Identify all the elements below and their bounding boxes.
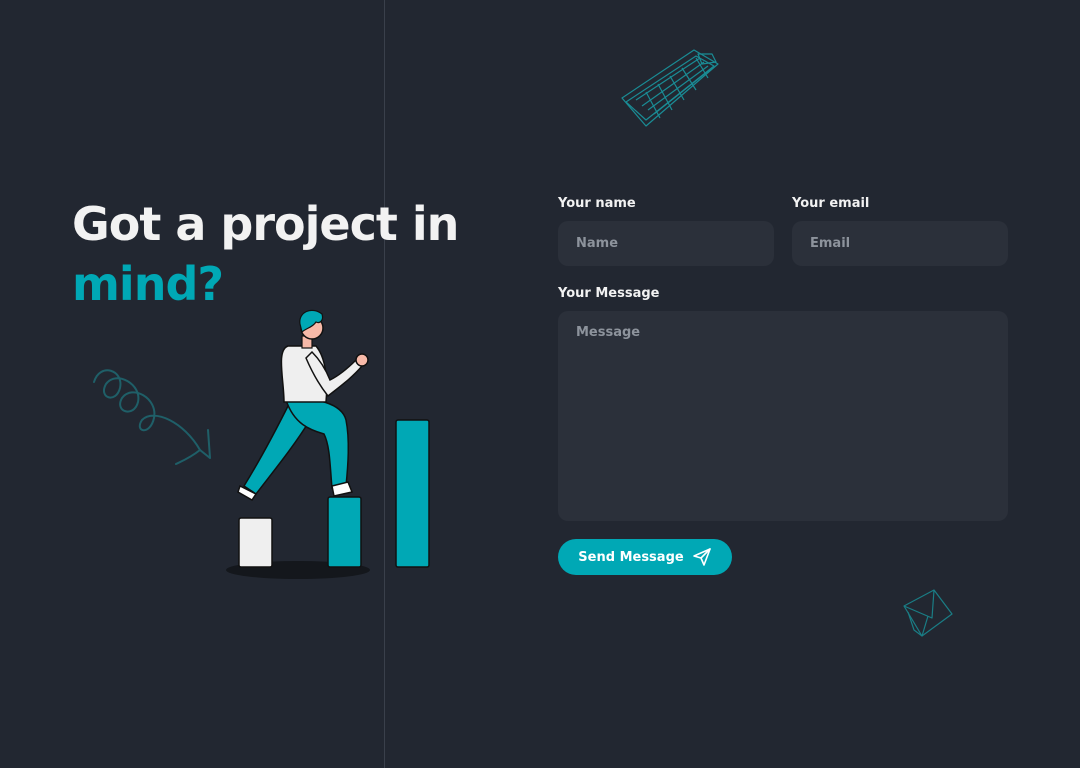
paper-plane-icon	[692, 547, 712, 567]
send-button-label: Send Message	[578, 549, 684, 565]
medium-bar	[327, 496, 362, 568]
message-label: Your Message	[558, 286, 660, 301]
short-bar	[238, 517, 273, 568]
email-input[interactable]	[792, 221, 1008, 266]
tall-bar	[395, 419, 430, 568]
send-message-button[interactable]: Send Message	[558, 539, 732, 575]
squiggle-arrowhead	[199, 429, 211, 459]
envelope-sketch-icon	[903, 589, 953, 637]
message-textarea[interactable]	[558, 311, 1008, 521]
title-line-1: Got a project in	[72, 197, 459, 251]
person-front-leg	[285, 398, 350, 489]
keyboard-sketch-icon	[621, 49, 719, 127]
contact-page: Got a project in mind? Your name Name Yo…	[0, 0, 1080, 768]
person-climbing-bar-chart-illustration	[93, 309, 430, 579]
person-hand	[355, 353, 369, 367]
name-label: Your name	[558, 196, 636, 211]
page-title: Got a project in mind?	[72, 194, 459, 314]
email-label: Your email	[792, 196, 870, 211]
squiggle-arrow	[93, 369, 202, 465]
name-input[interactable]	[558, 221, 774, 266]
